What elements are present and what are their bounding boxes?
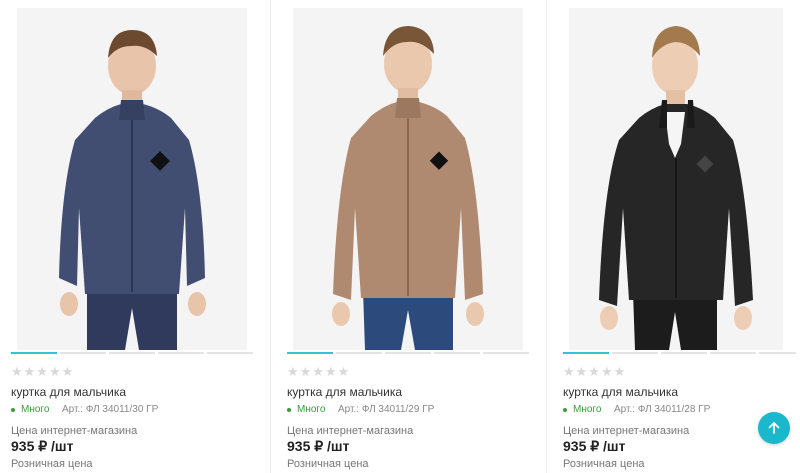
price-label: Цена интернет-магазина (287, 425, 414, 437)
pagination-dot[interactable] (11, 352, 57, 354)
pagination-dot[interactable] (612, 352, 658, 354)
stock-status: Много (11, 404, 49, 415)
divider (546, 0, 547, 473)
product-title[interactable]: куртка для мальчика (11, 385, 126, 399)
pagination-dot[interactable] (385, 352, 431, 354)
retail-price-label: Розничная цена (287, 458, 369, 470)
product-image[interactable] (293, 8, 523, 350)
product-image[interactable] (17, 8, 247, 350)
price: 935 ₽ /шт (287, 438, 350, 454)
scroll-to-top-button[interactable] (758, 412, 790, 444)
product-title[interactable]: куртка для мальчика (563, 385, 678, 399)
arrow-up-icon (768, 422, 780, 434)
stock-label: Много (21, 404, 50, 415)
image-pagination (11, 352, 253, 354)
product-title[interactable]: куртка для мальчика (287, 385, 402, 399)
pagination-dot[interactable] (207, 352, 253, 354)
rating-stars[interactable]: ★★★★★ (563, 364, 626, 380)
product-grid: ★★★★★ куртка для мальчика Много Арт.: ФЛ… (0, 0, 800, 473)
price: 935 ₽ /шт (563, 438, 626, 454)
article-number: Арт.: ФЛ 34011/28 ГР (614, 404, 711, 415)
product-card[interactable]: ★★★★★ куртка для мальчика Много Арт.: ФЛ… (552, 0, 800, 473)
price-label: Цена интернет-магазина (563, 425, 690, 437)
stock-status: Много (287, 404, 325, 415)
price: 935 ₽ /шт (11, 438, 74, 454)
pagination-dot[interactable] (60, 352, 106, 354)
stock-indicator-icon (11, 407, 15, 412)
rating-stars[interactable]: ★★★★★ (287, 364, 350, 380)
stock-label: Много (297, 404, 326, 415)
rating-stars[interactable]: ★★★★★ (11, 364, 74, 380)
pagination-dot[interactable] (483, 352, 529, 354)
pagination-dot[interactable] (563, 352, 609, 354)
stock-status: Много (563, 404, 601, 415)
stock-indicator-icon (287, 407, 291, 412)
pagination-dot[interactable] (661, 352, 707, 354)
image-pagination (563, 352, 796, 354)
pagination-dot[interactable] (434, 352, 480, 354)
pagination-dot[interactable] (158, 352, 204, 354)
stock-label: Много (573, 404, 602, 415)
image-pagination (287, 352, 529, 354)
pagination-dot[interactable] (109, 352, 155, 354)
product-card[interactable]: ★★★★★ куртка для мальчика Много Арт.: ФЛ… (276, 0, 544, 473)
retail-price-label: Розничная цена (11, 458, 93, 470)
price-label: Цена интернет-магазина (11, 425, 138, 437)
pagination-dot[interactable] (759, 352, 796, 354)
pagination-dot[interactable] (336, 352, 382, 354)
product-image[interactable] (569, 8, 783, 350)
divider (270, 0, 271, 473)
product-card[interactable]: ★★★★★ куртка для мальчика Много Арт.: ФЛ… (0, 0, 270, 473)
retail-price-label: Розничная цена (563, 458, 645, 470)
pagination-dot[interactable] (287, 352, 333, 354)
stock-indicator-icon (563, 407, 567, 412)
article-number: Арт.: ФЛ 34011/29 ГР (338, 404, 435, 415)
article-number: Арт.: ФЛ 34011/30 ГР (62, 404, 159, 415)
pagination-dot[interactable] (710, 352, 756, 354)
